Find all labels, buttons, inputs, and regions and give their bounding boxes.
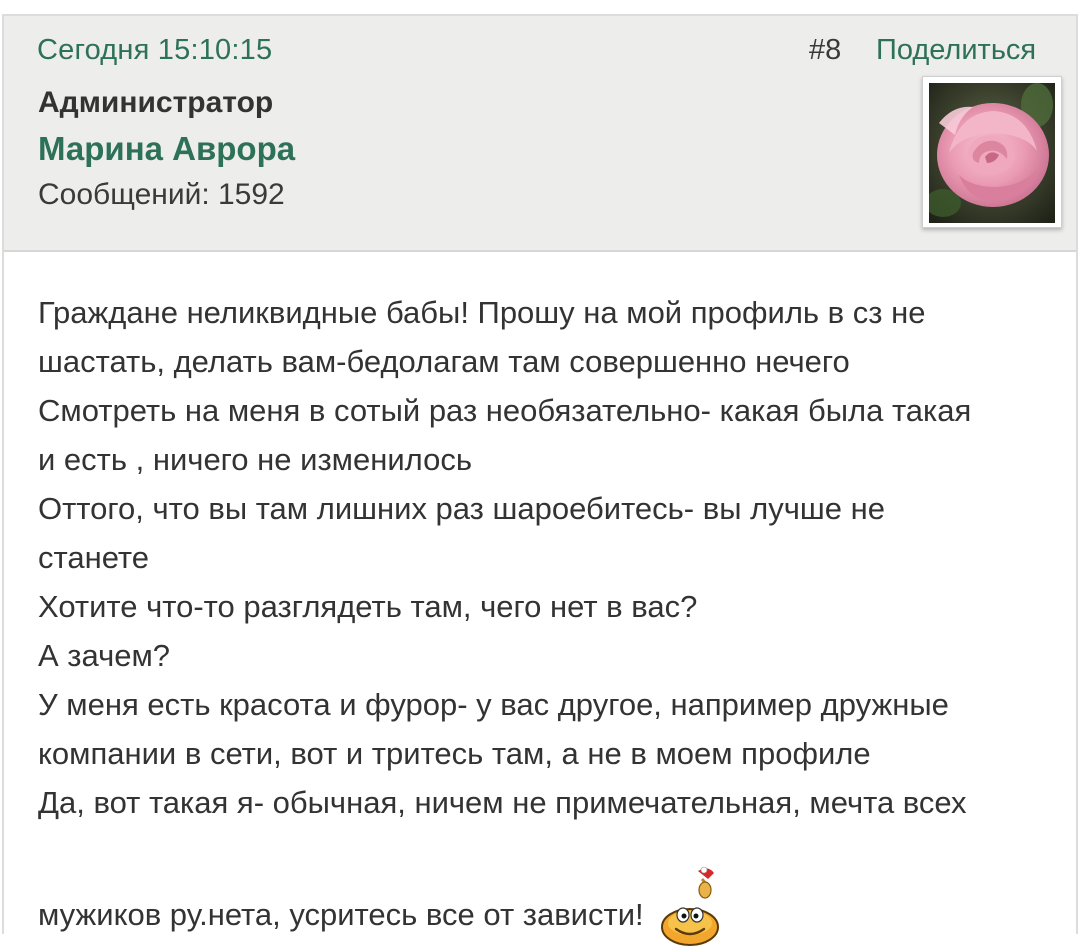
user-role: Администратор xyxy=(38,86,274,119)
post-text-line: Да, вот такая я- обычная, ничем не приме… xyxy=(38,785,967,820)
post-text-line: и есть , ничего не изменилось xyxy=(38,442,472,477)
post-text-line: компании в сети, вот и тритесь там, а не… xyxy=(38,736,871,771)
share-link[interactable]: Поделиться xyxy=(876,34,1036,67)
avatar[interactable] xyxy=(922,76,1062,228)
post-text-line: станете xyxy=(38,540,150,575)
post-text-line: А зачем? xyxy=(38,638,171,673)
post-text-last-line: мужиков ру.нета, усритесь все от зависти… xyxy=(38,857,1056,946)
post-text-line: Смотреть на меня в сотый раз необязатель… xyxy=(38,393,972,428)
post-text-line: мужиков ру.нета, усритесь все от зависти… xyxy=(38,897,644,932)
forum-post: Сегодня 15:10:15 #8 Поделиться Администр… xyxy=(2,14,1078,946)
pink-rose-avatar-icon xyxy=(929,83,1055,223)
post-header: Сегодня 15:10:15 #8 Поделиться Администр… xyxy=(4,16,1076,252)
post-text-line: шастать, делать вам-бедолагам там соверш… xyxy=(38,344,850,379)
post-text-line: Оттого, что вы там лишних раз шароебитес… xyxy=(38,491,885,526)
post-number[interactable]: #8 xyxy=(809,34,841,67)
user-name-link[interactable]: Марина Аврора xyxy=(38,130,295,168)
party-smiley-icon xyxy=(660,866,719,946)
post-text-line: Граждане неликвидные бабы! Прошу на мой … xyxy=(38,295,926,330)
post-date-link[interactable]: Сегодня 15:10:15 xyxy=(37,34,272,67)
message-count: Сообщений: 1592 xyxy=(38,178,285,211)
post-text-line: У меня есть красота и фурор- у вас друго… xyxy=(38,687,949,722)
post-body: Граждане неликвидные бабы! Прошу на мой … xyxy=(38,288,1056,946)
post-text-line: Хотите что-то разглядеть там, чего нет в… xyxy=(38,589,698,624)
